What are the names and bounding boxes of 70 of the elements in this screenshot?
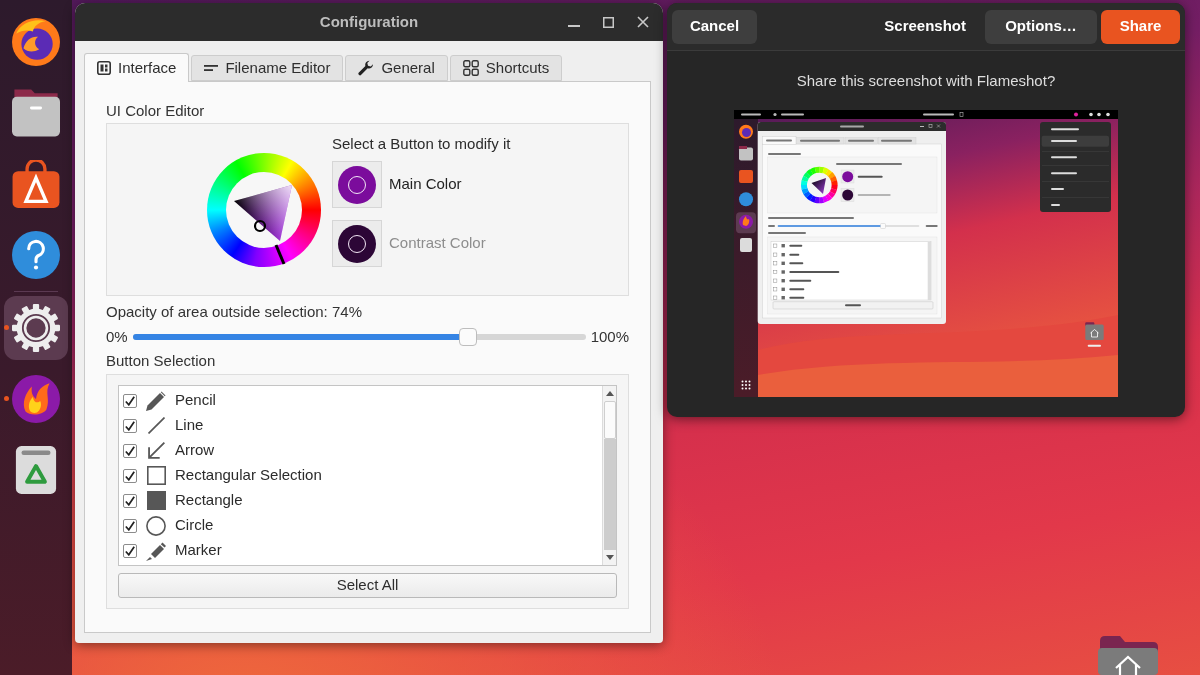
lines-icon bbox=[204, 65, 219, 71]
opacity-slider[interactable] bbox=[132, 328, 586, 346]
scroll-up-icon[interactable] bbox=[605, 391, 614, 396]
color-label: Main Color bbox=[389, 174, 462, 195]
tool-label: Rectangular Selection bbox=[175, 465, 322, 486]
tool-label: Arrow bbox=[175, 440, 215, 461]
square-outline-icon bbox=[146, 466, 166, 485]
select-all-button[interactable]: Select All bbox=[118, 573, 617, 598]
checkbox[interactable] bbox=[123, 493, 137, 508]
window-title: Configuration bbox=[319, 11, 419, 32]
flame-icon bbox=[12, 375, 60, 423]
color-editor-prompt: Select a Button to modify it bbox=[332, 134, 511, 154]
tool-label: Line bbox=[175, 415, 204, 436]
tool-label: Circle bbox=[175, 515, 214, 536]
checkmark-icon bbox=[125, 395, 135, 406]
dock-button[interactable] bbox=[4, 296, 68, 360]
slider-track[interactable] bbox=[132, 334, 586, 340]
checkmark-icon bbox=[125, 495, 135, 506]
section-title: UI Color Editor bbox=[106, 101, 206, 121]
cancel-button[interactable]: Cancel bbox=[672, 9, 757, 44]
maximize-icon[interactable] bbox=[603, 16, 614, 28]
checkbox[interactable] bbox=[123, 518, 137, 533]
close-icon[interactable] bbox=[637, 16, 649, 28]
dialog-message: Share this screenshot with Flameshot? bbox=[796, 71, 1056, 91]
checkbox[interactable] bbox=[123, 543, 137, 558]
marker-icon bbox=[146, 540, 166, 561]
scroll-down-icon[interactable] bbox=[605, 555, 614, 560]
checkmark-icon bbox=[125, 520, 135, 531]
slider-max-label: 100% bbox=[590, 326, 629, 347]
folder-icon bbox=[12, 89, 60, 137]
arrow-icon bbox=[147, 442, 165, 459]
checkbox[interactable] bbox=[123, 468, 137, 483]
checkbox[interactable] bbox=[123, 443, 137, 458]
scrollbar[interactable] bbox=[602, 386, 616, 565]
dialog-title: Screenshot bbox=[884, 16, 966, 37]
checkmark-icon bbox=[125, 470, 135, 481]
grid-icon bbox=[462, 60, 479, 76]
help-icon bbox=[12, 231, 60, 279]
tab[interactable]: General bbox=[345, 55, 448, 81]
home-folder-icon[interactable] bbox=[1098, 636, 1158, 675]
color-swatch-button[interactable] bbox=[332, 161, 382, 208]
pencil-icon bbox=[146, 390, 166, 411]
globe-icon bbox=[12, 18, 60, 66]
tool-label: Rectangle bbox=[175, 490, 243, 511]
slider-thumb[interactable] bbox=[458, 328, 477, 346]
options-button[interactable]: Options… bbox=[985, 9, 1097, 44]
checkmark-icon bbox=[125, 445, 135, 456]
circle-outline-icon bbox=[146, 515, 166, 536]
color-swatch-button[interactable] bbox=[332, 220, 382, 267]
tab[interactable]: Filename Editor bbox=[191, 55, 344, 81]
line-icon bbox=[147, 417, 165, 434]
checkmark-icon bbox=[125, 420, 135, 431]
tab[interactable]: Shortcuts bbox=[449, 55, 563, 81]
tool-label: Marker bbox=[175, 540, 222, 561]
panel-layout-icon bbox=[97, 61, 111, 75]
section-title: Button Selection bbox=[106, 352, 217, 370]
shopping-bag-icon bbox=[12, 160, 60, 208]
checkbox[interactable] bbox=[123, 418, 137, 433]
opacity-label: Opacity of area outside selection: 74% bbox=[106, 303, 363, 321]
slider-min-label: 0% bbox=[106, 326, 128, 347]
checkbox[interactable] bbox=[123, 393, 137, 408]
scrollbar-thumb[interactable] bbox=[603, 401, 616, 439]
share-button[interactable]: Share bbox=[1101, 9, 1180, 44]
filled-square-icon bbox=[146, 491, 166, 510]
wrench-icon bbox=[358, 60, 375, 76]
color-label: Contrast Color bbox=[389, 233, 486, 254]
gear-icon bbox=[12, 304, 60, 352]
checkmark-icon bbox=[125, 545, 135, 556]
tool-label: Pencil bbox=[175, 390, 216, 411]
tab[interactable]: Interface bbox=[84, 53, 190, 82]
